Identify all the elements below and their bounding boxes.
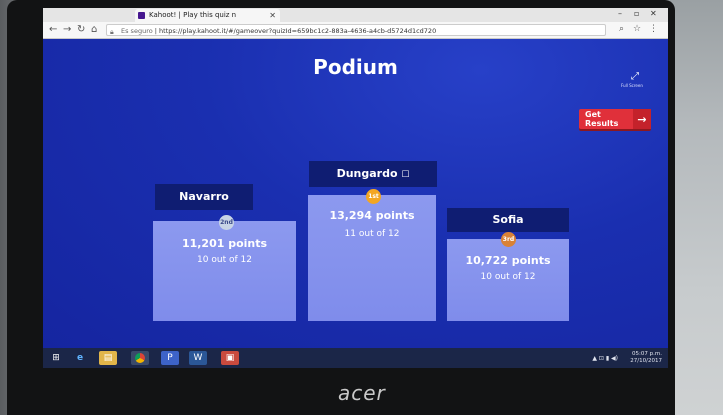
- silver-medal-icon: 2nd: [219, 215, 234, 230]
- podium-third-correct: 10 out of 12: [480, 272, 536, 282]
- reload-icon[interactable]: ↻: [77, 24, 85, 36]
- browser-address-bar: ← → ↻ ⌂ 🔒︎ Es seguro | https://play.kaho…: [43, 22, 668, 39]
- podium-second-correct: 10 out of 12: [197, 255, 252, 265]
- podium-third-name: Sofia: [447, 208, 569, 232]
- fullscreen-label: Full Screen: [621, 83, 643, 88]
- windows-start-icon[interactable]: ⊞: [47, 351, 65, 365]
- bronze-medal-icon: 3rd: [501, 232, 516, 247]
- laptop-screen: Kahoot! | Play this quiz n ✕ – ▫ ✕ ← → ↻…: [43, 8, 668, 368]
- browser-tab[interactable]: Kahoot! | Play this quiz n ✕: [135, 9, 280, 22]
- gold-medal-icon: 1st: [366, 189, 381, 204]
- podium-second-points: 11,201 points: [181, 237, 268, 250]
- url-secure-label: Es seguro: [121, 27, 153, 35]
- podium-third-points: 10,722 points: [465, 254, 551, 267]
- pdf-reader-icon[interactable]: ▣: [221, 351, 239, 365]
- search-icon[interactable]: ⌕: [619, 24, 624, 34]
- kahoot-game-area: Podium ⤢ Full Screen Get Results → Navar…: [43, 39, 668, 348]
- menu-icon[interactable]: ⋮: [649, 24, 658, 34]
- home-icon[interactable]: ⌂: [91, 24, 97, 36]
- clock-date: 27/10/2017: [630, 358, 662, 364]
- powerpoint-icon[interactable]: P: [161, 351, 179, 365]
- tab-close-icon[interactable]: ✕: [269, 9, 276, 22]
- lock-icon: 🔒︎: [110, 28, 114, 36]
- podium-second-name: Navarro: [155, 184, 253, 210]
- tab-title: Kahoot! | Play this quiz n: [149, 11, 237, 19]
- word-icon[interactable]: W: [189, 351, 207, 365]
- podium-first-name: Dungardo ☐: [309, 161, 437, 187]
- system-tray-icons[interactable]: ▲ ⊡ ▮ ◀): [592, 355, 618, 362]
- bookmark-star-icon[interactable]: ☆: [633, 24, 641, 34]
- arrow-right-icon: →: [633, 109, 651, 129]
- window-close-icon[interactable]: ✕: [650, 8, 657, 20]
- get-results-label: Get Results: [585, 110, 619, 128]
- fullscreen-icon[interactable]: ⤢: [631, 71, 639, 82]
- url-field[interactable]: 🔒︎ Es seguro | https://play.kahoot.it/#/…: [106, 24, 606, 36]
- laptop-bezel: acer Kahoot! | Play this quiz n ✕ – ▫ ✕ …: [7, 0, 675, 415]
- page-title: Podium: [313, 55, 398, 79]
- podium-second: [153, 221, 296, 321]
- clock-time: 05:07 p.m.: [632, 351, 662, 357]
- windows-taskbar: ⊞ e ▤ P W ▣ ▲ ⊡ ▮ ◀) 05:07 p.m. 27/10/20…: [43, 348, 668, 368]
- maximize-icon[interactable]: ▫: [634, 8, 639, 20]
- kahoot-favicon-icon: [138, 12, 145, 19]
- back-icon[interactable]: ←: [49, 24, 57, 36]
- forward-icon[interactable]: →: [63, 24, 71, 36]
- browser-tab-bar: Kahoot! | Play this quiz n ✕ – ▫ ✕: [43, 8, 668, 22]
- chrome-icon[interactable]: [131, 351, 149, 365]
- minimize-icon[interactable]: –: [618, 8, 622, 20]
- get-results-button[interactable]: Get Results →: [579, 109, 651, 129]
- file-explorer-icon[interactable]: ▤: [99, 351, 117, 365]
- internet-explorer-icon[interactable]: e: [71, 351, 89, 365]
- system-clock[interactable]: 05:07 p.m. 27/10/2017: [630, 351, 662, 365]
- laptop-brand-logo: acer: [338, 381, 386, 405]
- url-text: https://play.kahoot.it/#/gameover?quizId…: [159, 27, 437, 35]
- podium-first-points: 13,294 points: [329, 209, 415, 222]
- podium-first-correct: 11 out of 12: [344, 229, 400, 239]
